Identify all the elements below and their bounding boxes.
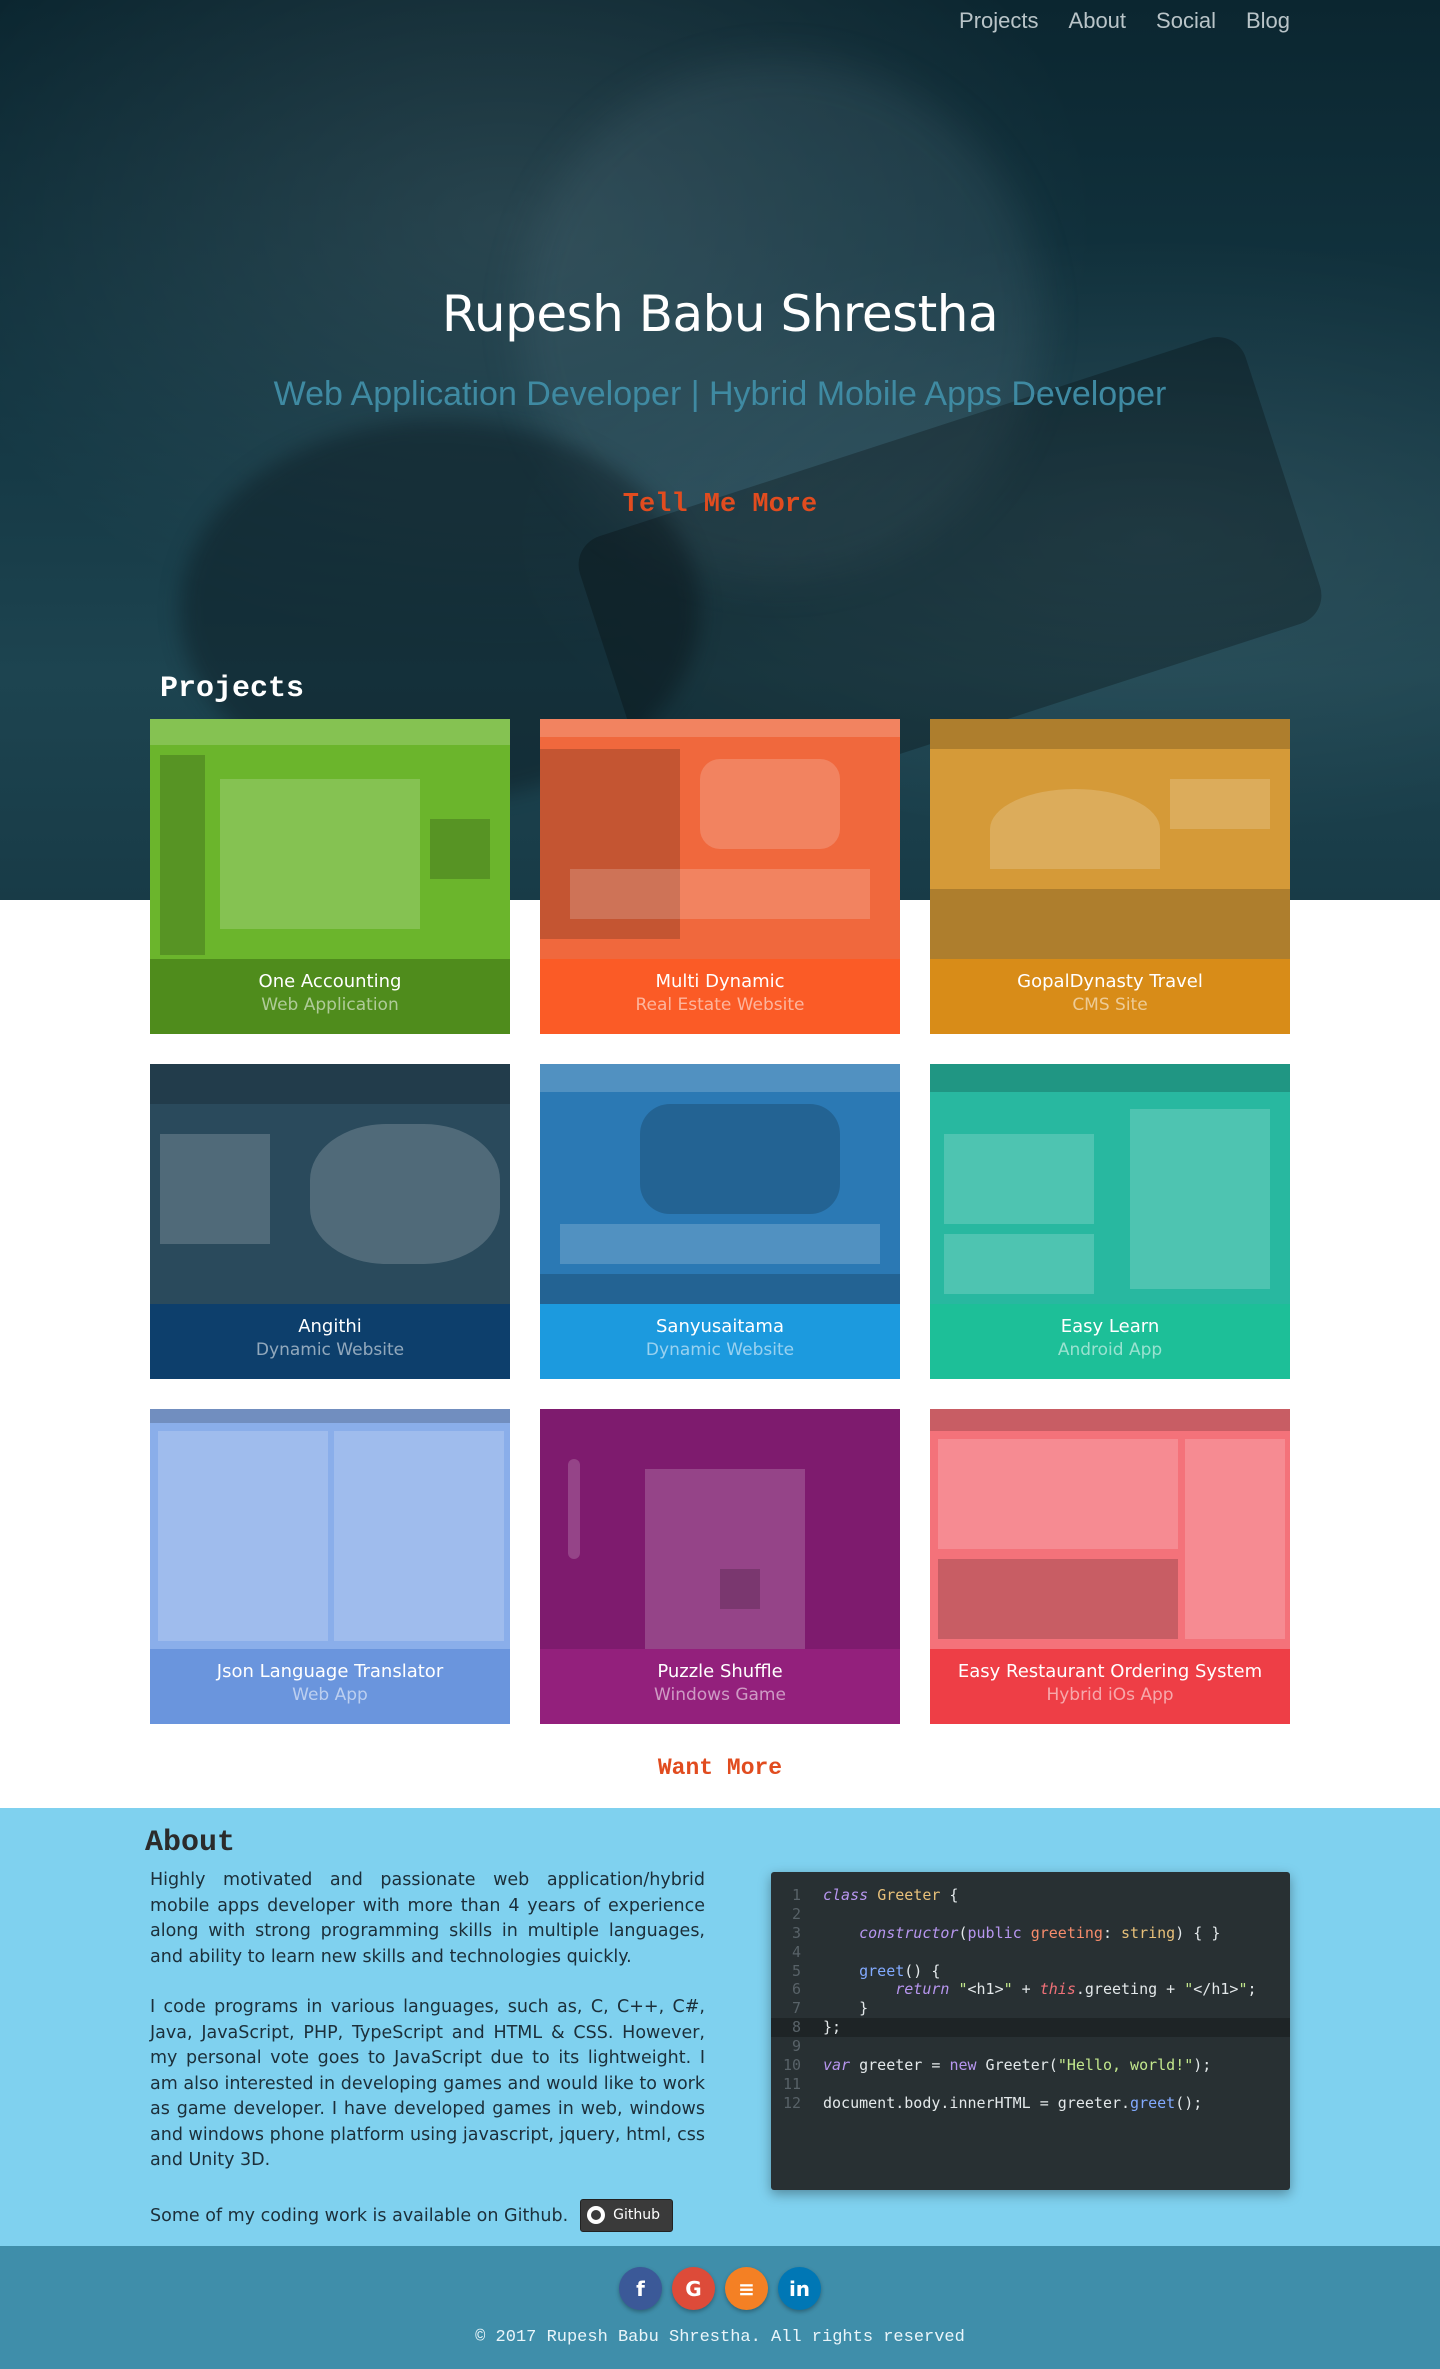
github-icon [587, 2206, 606, 2225]
facebook-icon[interactable]: f [619, 2267, 662, 2310]
project-caption: GopalDynasty Travel CMS Site [930, 959, 1290, 1034]
nav-about[interactable]: About [1069, 8, 1127, 34]
project-type: Android App [1057, 1340, 1163, 1360]
about-section: About Highly motivated and passionate we… [0, 1808, 1440, 2246]
about-paragraph-1: Highly motivated and passionate web appl… [150, 1870, 705, 1967]
nav-blog[interactable]: Blog [1246, 8, 1290, 34]
project-screenshot [540, 719, 900, 959]
nav-projects[interactable]: Projects [959, 8, 1038, 34]
project-card-multi-dynamic[interactable]: Multi Dynamic Real Estate Website [540, 719, 900, 1034]
google-icon[interactable]: G [672, 2267, 715, 2310]
project-screenshot [930, 1064, 1290, 1304]
about-github-text: Some of my coding work is available on G… [150, 2205, 569, 2226]
want-more-link[interactable]: Want More [0, 1755, 1440, 1781]
project-title: Easy Learn [1060, 1316, 1160, 1337]
project-caption: Angithi Dynamic Website [150, 1304, 510, 1379]
project-caption: Json Language Translator Web App [150, 1649, 510, 1724]
project-card-easy-restaurant[interactable]: Easy Restaurant Ordering System Hybrid i… [930, 1409, 1290, 1724]
project-screenshot [540, 1409, 900, 1649]
footer: f G ≡ in © 2017 Rupesh Babu Shrestha. Al… [0, 2246, 1440, 2369]
project-title: Sanyusaitama [656, 1316, 784, 1337]
project-screenshot [930, 1409, 1290, 1649]
social-links: f G ≡ in [0, 2267, 1440, 2310]
hero-name: Rupesh Babu Shrestha [441, 285, 999, 343]
project-title: Easy Restaurant Ordering System [957, 1661, 1263, 1682]
project-caption: Puzzle Shuffle Windows Game [540, 1649, 900, 1724]
project-card-one-accounting[interactable]: One Accounting Web Application [150, 719, 510, 1034]
about-text: Highly motivated and passionate web appl… [150, 1868, 705, 2257]
tell-me-more-button[interactable]: Tell Me More [0, 490, 1440, 520]
project-screenshot [540, 1064, 900, 1304]
code-snippet: 1 class Greeter { 2 3 constructor(public … [771, 1872, 1290, 2190]
project-type: Windows Game [654, 1685, 786, 1705]
project-title: Multi Dynamic [655, 971, 785, 992]
github-button[interactable]: Github [580, 2198, 674, 2232]
project-caption: Multi Dynamic Real Estate Website [540, 959, 900, 1034]
hero-subtitle: Web Application Developer | Hybrid Mobil… [273, 375, 1167, 413]
about-heading: About [145, 1826, 236, 1860]
project-caption: Easy Restaurant Ordering System Hybrid i… [930, 1649, 1290, 1724]
project-title: Json Language Translator [216, 1661, 444, 1682]
project-type: Hybrid iOs App [1046, 1685, 1174, 1705]
copyright-text: © 2017 Rupesh Babu Shrestha. All rights … [475, 2328, 965, 2347]
projects-heading: Projects [160, 672, 305, 706]
project-card-json-translator[interactable]: Json Language Translator Web App [150, 1409, 510, 1724]
project-type: Real Estate Website [635, 995, 805, 1015]
project-screenshot [930, 719, 1290, 959]
project-type: Dynamic Website [645, 1340, 795, 1360]
project-card-gopaldynasty[interactable]: GopalDynasty Travel CMS Site [930, 719, 1290, 1034]
nav-social[interactable]: Social [1156, 8, 1216, 34]
project-caption: Easy Learn Android App [930, 1304, 1290, 1379]
github-button-label: Github [613, 2206, 661, 2223]
project-card-puzzle-shuffle[interactable]: Puzzle Shuffle Windows Game [540, 1409, 900, 1724]
project-title: GopalDynasty Travel [1017, 971, 1203, 992]
project-screenshot [150, 1064, 510, 1304]
project-caption: Sanyusaitama Dynamic Website [540, 1304, 900, 1379]
project-type: Web Application [261, 995, 399, 1015]
project-screenshot [150, 1409, 510, 1649]
project-type: CMS Site [1072, 995, 1148, 1015]
project-card-easy-learn[interactable]: Easy Learn Android App [930, 1064, 1290, 1379]
project-screenshot [150, 719, 510, 959]
stackoverflow-icon[interactable]: ≡ [725, 2267, 768, 2310]
about-paragraph-2: I code programs in various languages, su… [150, 1997, 705, 2170]
top-nav: Projects About Social Blog [959, 8, 1290, 34]
project-title: Angithi [298, 1316, 362, 1337]
project-type: Dynamic Website [255, 1340, 405, 1360]
project-type: Web App [292, 1685, 368, 1705]
project-title: One Accounting [258, 971, 402, 992]
project-title: Puzzle Shuffle [657, 1661, 783, 1682]
project-card-angithi[interactable]: Angithi Dynamic Website [150, 1064, 510, 1379]
project-card-sanyusaitama[interactable]: Sanyusaitama Dynamic Website [540, 1064, 900, 1379]
about-paragraph-3: Some of my coding work is available on G… [150, 2198, 705, 2232]
linkedin-icon[interactable]: in [778, 2267, 821, 2310]
project-caption: One Accounting Web Application [150, 959, 510, 1034]
